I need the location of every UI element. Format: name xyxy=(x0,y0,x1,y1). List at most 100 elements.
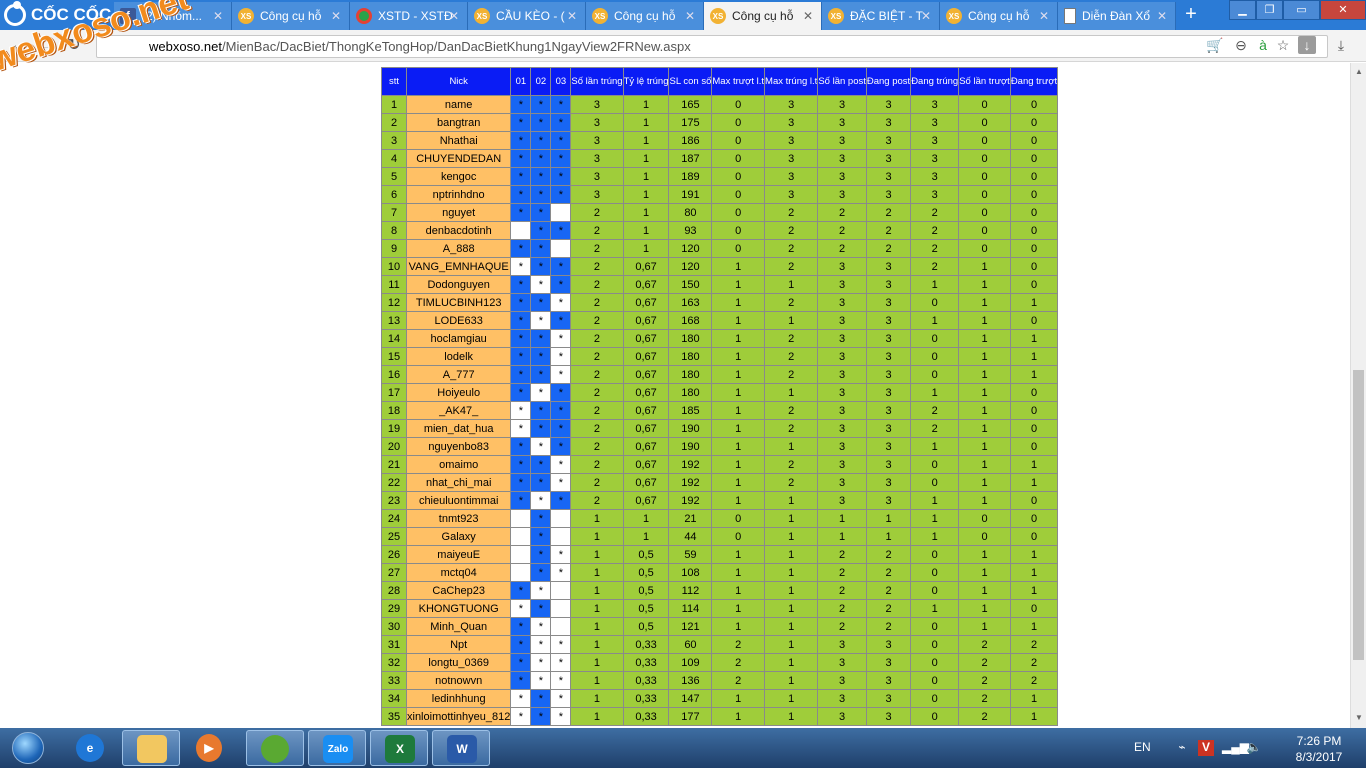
nick-cell[interactable]: VANG_EMNHAQUE xyxy=(405,257,512,276)
taskbar-explorer[interactable] xyxy=(122,730,180,766)
nick-cell[interactable]: longtu_0369 xyxy=(405,653,512,672)
tab-2[interactable]: XS Công cụ hỗ ✕ xyxy=(232,2,350,30)
nick-cell[interactable]: name xyxy=(405,95,512,114)
nick-cell[interactable]: nguyenbo83 xyxy=(405,437,512,456)
nick-cell[interactable]: notnowvn xyxy=(405,671,512,690)
day-cell: * xyxy=(530,131,552,150)
nick-cell[interactable]: A_888 xyxy=(405,239,512,258)
restore-button[interactable]: ❐ xyxy=(1256,0,1283,20)
stat-cell: 1 xyxy=(958,599,1011,618)
nick-cell[interactable]: tnmt923 xyxy=(405,509,512,528)
nick-cell[interactable]: nhat_chi_mai xyxy=(405,473,512,492)
nick-cell[interactable]: omaimo xyxy=(405,455,512,474)
nick-cell[interactable]: maiyeuE xyxy=(405,545,512,564)
vietkey-icon[interactable]: V xyxy=(1198,740,1214,756)
clock[interactable]: 7:26 PM 8/3/2017 xyxy=(1284,733,1354,765)
nick-cell[interactable]: Dodonguyen xyxy=(405,275,512,294)
nick-cell[interactable]: LODE633 xyxy=(405,311,512,330)
download-arrow-icon[interactable]: ⤓ xyxy=(1332,36,1350,54)
table-row: 34 ledinhhung * * * 1 0,33 147 1 1 3 3 0 2 1 xyxy=(381,689,1059,708)
translate-icon[interactable]: à xyxy=(1254,36,1272,54)
volume-icon[interactable]: 🔈 xyxy=(1246,740,1262,756)
taskbar-ie[interactable]: e xyxy=(62,730,120,766)
nick-cell[interactable]: kengoc xyxy=(405,167,512,186)
stat-cell: 2 xyxy=(958,707,1011,726)
address-bar[interactable]: webxoso.net/MienBac/DacBiet/ThongKeTongH… xyxy=(96,35,1328,58)
stat-cell: 1 xyxy=(622,239,670,258)
taskbar-coccoc[interactable] xyxy=(246,730,304,766)
nick-cell[interactable]: Galaxy xyxy=(405,527,512,546)
close-tab-icon[interactable]: ✕ xyxy=(449,9,459,23)
stat-cell: 0 xyxy=(910,635,960,654)
tab-6[interactable]: XS Công cụ hỗ ✕ xyxy=(704,2,822,30)
nick-cell[interactable]: mctq04 xyxy=(405,563,512,582)
close-tab-icon[interactable]: ✕ xyxy=(567,9,577,23)
download-icon[interactable]: ↓ xyxy=(1298,36,1316,54)
network-icon[interactable]: ▂▄▆ xyxy=(1222,740,1249,756)
tab-7[interactable]: XS ĐẶC BIỆT - T ✕ xyxy=(822,2,940,30)
taskbar-zalo[interactable]: Zalo xyxy=(308,730,366,766)
close-tab-icon[interactable]: ✕ xyxy=(803,9,813,23)
nick-cell[interactable]: _AK47_ xyxy=(405,401,512,420)
nick-cell[interactable]: Hoiyeulo xyxy=(405,383,512,402)
row-number: 8 xyxy=(381,221,407,240)
nick-cell[interactable]: TIMLUCBINH123 xyxy=(405,293,512,312)
stat-cell: 3 xyxy=(865,383,912,402)
minimize-button[interactable]: ▁ xyxy=(1229,0,1256,20)
day-cell: * xyxy=(510,455,532,474)
start-button[interactable] xyxy=(3,729,53,767)
vertical-scrollbar[interactable]: ▲ ▼ xyxy=(1350,63,1366,728)
nick-cell[interactable]: ledinhhung xyxy=(405,689,512,708)
stat-cell: 1 xyxy=(958,383,1011,402)
scroll-thumb[interactable] xyxy=(1353,370,1364,660)
close-tab-icon[interactable]: ✕ xyxy=(921,9,931,23)
maximize-button[interactable]: ▭ xyxy=(1283,0,1320,20)
close-tab-icon[interactable]: ✕ xyxy=(213,9,223,23)
tab-4[interactable]: XS CẦU KÈO - (✕ xyxy=(468,2,586,30)
nick-cell[interactable]: CaChep23 xyxy=(405,581,512,600)
nick-cell[interactable]: Nhathai xyxy=(405,131,512,150)
stat-cell: 1 xyxy=(711,347,766,366)
nick-cell[interactable]: Minh_Quan xyxy=(405,617,512,636)
stat-cell: 1 xyxy=(958,617,1011,636)
close-tab-icon[interactable]: ✕ xyxy=(685,9,695,23)
close-tab-icon[interactable]: ✕ xyxy=(331,9,341,23)
scroll-up-icon[interactable]: ▲ xyxy=(1354,67,1364,76)
nick-cell[interactable]: A_777 xyxy=(405,365,512,384)
nick-cell[interactable]: CHUYENDEDAN xyxy=(405,149,512,168)
nick-cell[interactable]: denbacdotinh xyxy=(405,221,512,240)
zoom-icon[interactable]: ⊖ xyxy=(1232,36,1250,54)
taskbar-word[interactable]: W xyxy=(432,730,490,766)
taskbar-excel[interactable]: X xyxy=(370,730,428,766)
scroll-down-icon[interactable]: ▼ xyxy=(1354,713,1364,722)
stat-cell: 1 xyxy=(1009,581,1059,600)
nick-cell[interactable]: KHONGTUONG xyxy=(405,599,512,618)
day-cell: * xyxy=(550,113,572,132)
nick-cell[interactable]: nptrinhdno xyxy=(405,185,512,204)
stat-cell: 3 xyxy=(817,455,867,474)
nick-cell[interactable]: chieuluontimmai xyxy=(405,491,512,510)
tab-8[interactable]: XS Công cụ hỗ ✕ xyxy=(940,2,1058,30)
nick-cell[interactable]: xinloimottinhyeu_812 xyxy=(405,707,512,726)
tab-5[interactable]: XS Công cụ hỗ ✕ xyxy=(586,2,704,30)
taskbar-media[interactable]: ▶ xyxy=(182,730,240,766)
row-number: 5 xyxy=(381,167,407,186)
nick-cell[interactable]: lodelk xyxy=(405,347,512,366)
table-row: 12 TIMLUCBINH123 * * * 2 0,67 163 1 2 3 3 0 1 1 xyxy=(381,293,1059,312)
tab-9[interactable]: Diễn Đàn Xổ ✕ xyxy=(1058,2,1176,30)
nick-cell[interactable]: bangtran xyxy=(405,113,512,132)
nick-cell[interactable]: hoclamgiau xyxy=(405,329,512,348)
nick-cell[interactable]: nguyet xyxy=(405,203,512,222)
nick-cell[interactable]: Npt xyxy=(405,635,512,654)
close-tab-icon[interactable]: ✕ xyxy=(1039,9,1049,23)
new-tab-button[interactable]: + xyxy=(1180,3,1202,27)
usb-icon[interactable]: ⌁ xyxy=(1174,740,1190,756)
cart-icon[interactable]: 🛒 xyxy=(1206,36,1224,54)
tab-3[interactable]: XSTD - XSTĐ ✕ xyxy=(350,2,468,30)
close-tab-icon[interactable]: ✕ xyxy=(1157,9,1167,23)
close-window-button[interactable]: ✕ xyxy=(1320,0,1366,20)
language-indicator[interactable]: EN xyxy=(1134,740,1151,754)
bookmark-star-icon[interactable]: ☆ xyxy=(1274,36,1292,54)
nick-cell[interactable]: mien_dat_hua xyxy=(405,419,512,438)
stat-cell: 0 xyxy=(958,203,1011,222)
